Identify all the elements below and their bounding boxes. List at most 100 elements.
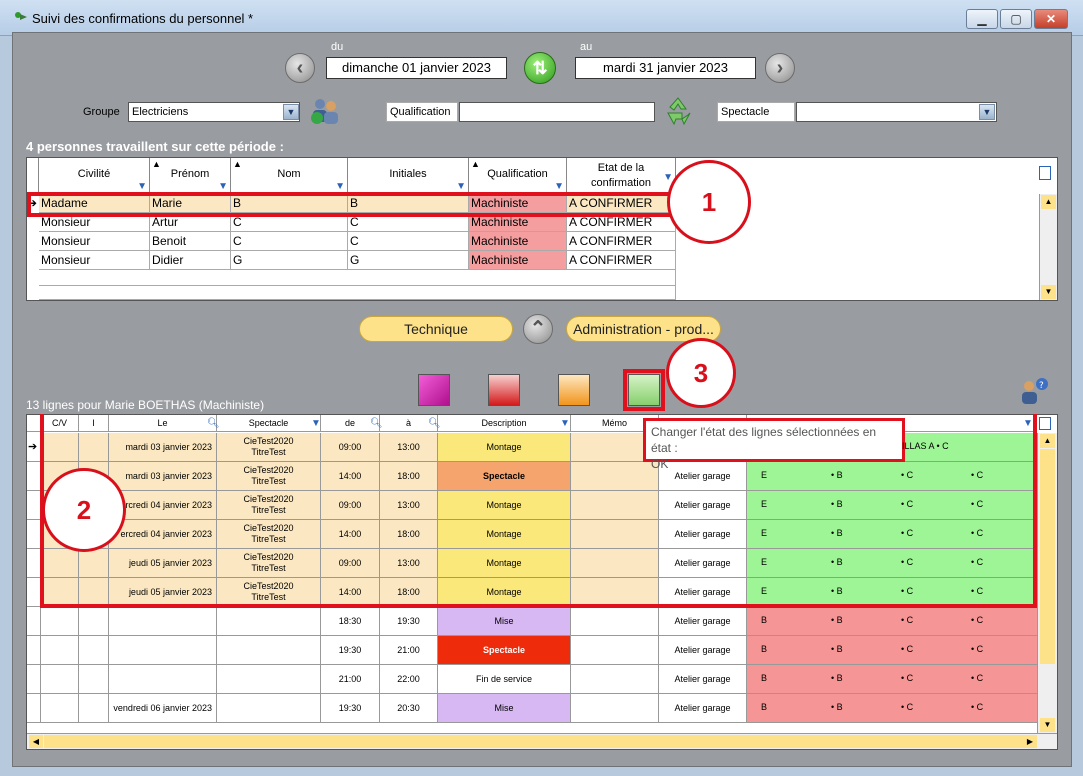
column-header[interactable]: Etat de la confirmation ▼: [567, 158, 676, 193]
grid-cell[interactable]: 19:30: [321, 636, 380, 665]
column-settings-icon[interactable]: [1039, 166, 1051, 180]
chevron-down-icon[interactable]: ▼: [283, 104, 299, 120]
state-red-button[interactable]: [488, 374, 520, 406]
grid-cell[interactable]: [571, 636, 659, 665]
grid-cell[interactable]: [79, 607, 109, 636]
state-cell[interactable]: • C: [887, 665, 957, 694]
people-group-icon[interactable]: [309, 96, 341, 126]
grid-cell[interactable]: 19:30: [380, 607, 438, 636]
scroll-up-icon[interactable]: ▲: [1041, 195, 1056, 209]
grid-cell[interactable]: 18:30: [321, 607, 380, 636]
state-cell[interactable]: • C: [887, 636, 957, 665]
grid-cell[interactable]: [217, 607, 321, 636]
chevron-down-icon[interactable]: ▼: [979, 104, 995, 120]
grid-cell[interactable]: Atelier garage: [659, 607, 747, 636]
cell[interactable]: C: [348, 232, 469, 251]
cell[interactable]: C: [231, 232, 348, 251]
cell[interactable]: G: [231, 251, 348, 270]
grid-cell[interactable]: [79, 665, 109, 694]
grid-cell[interactable]: [41, 694, 79, 723]
grid-cell[interactable]: [41, 607, 79, 636]
grid-cell[interactable]: [217, 665, 321, 694]
grid-cell[interactable]: [571, 694, 659, 723]
state-magenta-button[interactable]: [418, 374, 450, 406]
to-date-field[interactable]: mardi 31 janvier 2023: [575, 57, 756, 79]
state-cell[interactable]: • C: [887, 607, 957, 636]
scroll-down-icon[interactable]: ▼: [1040, 718, 1055, 732]
state-cell[interactable]: • B: [817, 694, 887, 723]
state-cell[interactable]: B: [747, 636, 817, 665]
grid-cell[interactable]: 21:00: [380, 636, 438, 665]
vertical-scrollbar[interactable]: ▲ ▼: [1039, 194, 1057, 300]
qualification-input[interactable]: [459, 102, 655, 122]
state-orange-button[interactable]: [558, 374, 590, 406]
grid-cell[interactable]: 20:30: [380, 694, 438, 723]
scroll-right-icon[interactable]: ▶: [1023, 735, 1037, 748]
grid-cell[interactable]: [109, 607, 217, 636]
grid-cell[interactable]: [217, 636, 321, 665]
cell[interactable]: G: [348, 251, 469, 270]
column-header[interactable]: Civilité ▼: [39, 158, 150, 193]
state-cell[interactable]: • C: [957, 665, 1037, 694]
grid-cell[interactable]: Mise: [438, 607, 571, 636]
column-settings-icon[interactable]: [1039, 417, 1051, 430]
state-cell[interactable]: • B: [817, 636, 887, 665]
refresh-button[interactable]: ⇅: [524, 52, 556, 84]
maximize-button[interactable]: ▢: [1000, 9, 1032, 29]
state-cell[interactable]: • C: [957, 636, 1037, 665]
grid-cell[interactable]: Atelier garage: [659, 694, 747, 723]
grid-cell[interactable]: [79, 694, 109, 723]
vertical-scrollbar[interactable]: ▲ ▼: [1037, 433, 1057, 733]
grid-cell[interactable]: Atelier garage: [659, 665, 747, 694]
tab-technique[interactable]: Technique: [359, 316, 513, 342]
state-cell[interactable]: • B: [817, 665, 887, 694]
state-cell[interactable]: B: [747, 665, 817, 694]
grid-cell[interactable]: Atelier garage: [659, 636, 747, 665]
state-cell[interactable]: • C: [957, 694, 1037, 723]
collapse-button[interactable]: ⌃: [523, 314, 553, 344]
cell[interactable]: Didier: [150, 251, 231, 270]
cell[interactable]: Machiniste: [469, 232, 567, 251]
grid-cell[interactable]: [571, 665, 659, 694]
grid-cell[interactable]: [41, 665, 79, 694]
state-cell[interactable]: • C: [887, 694, 957, 723]
spectacle-select[interactable]: [796, 102, 997, 122]
scroll-up-icon[interactable]: ▲: [1040, 434, 1055, 448]
column-header[interactable]: Prénom ▲ ▼: [150, 158, 231, 193]
cell[interactable]: Benoit: [150, 232, 231, 251]
scroll-left-icon[interactable]: ◀: [29, 735, 43, 748]
scrollbar-thumb[interactable]: [1040, 449, 1055, 664]
recycle-icon[interactable]: [662, 95, 694, 127]
grid-cell[interactable]: [571, 607, 659, 636]
scroll-down-icon[interactable]: ▼: [1041, 285, 1056, 299]
close-button[interactable]: ✕: [1034, 9, 1068, 29]
state-cell[interactable]: B: [747, 694, 817, 723]
grid-cell[interactable]: [109, 665, 217, 694]
grid-cell[interactable]: Mise: [438, 694, 571, 723]
state-cell[interactable]: • C: [957, 607, 1037, 636]
grid-cell[interactable]: Fin de service: [438, 665, 571, 694]
grid-cell[interactable]: 22:00: [380, 665, 438, 694]
grid-cell[interactable]: Spectacle: [438, 636, 571, 665]
cell[interactable]: A CONFIRMER: [567, 251, 676, 270]
cell[interactable]: A CONFIRMER: [567, 232, 676, 251]
grid-cell[interactable]: [41, 636, 79, 665]
cell[interactable]: Monsieur: [39, 251, 150, 270]
column-header[interactable]: Nom ▲ ▼: [231, 158, 348, 193]
column-header[interactable]: Qualification ▲ ▼: [469, 158, 567, 193]
help-user-icon[interactable]: ?: [1018, 377, 1050, 405]
previous-period-button[interactable]: ‹: [285, 53, 315, 83]
cell[interactable]: Monsieur: [39, 232, 150, 251]
group-select[interactable]: Electriciens: [128, 102, 300, 122]
hscroll-thumb[interactable]: [44, 735, 1024, 748]
grid-cell[interactable]: 21:00: [321, 665, 380, 694]
from-date-field[interactable]: dimanche 01 janvier 2023: [326, 57, 507, 79]
grid-cell[interactable]: [79, 636, 109, 665]
state-cell[interactable]: B: [747, 607, 817, 636]
cell[interactable]: Machiniste: [469, 251, 567, 270]
grid-cell[interactable]: [217, 694, 321, 723]
grid-cell[interactable]: [109, 636, 217, 665]
horizontal-scrollbar[interactable]: ◀ ▶: [27, 733, 1057, 749]
grid-cell[interactable]: 19:30: [321, 694, 380, 723]
column-header[interactable]: Initiales ▼: [348, 158, 469, 193]
